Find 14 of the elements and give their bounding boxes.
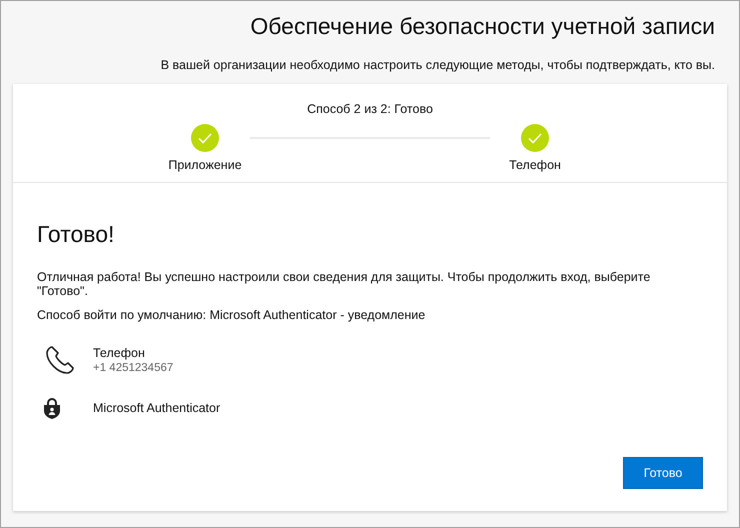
page-subtitle: В вашей организации необходимо настроить следующие методы, чтобы подтверждать, кто вы.: [160, 58, 715, 72]
page-title: Обеспечение безопасности учетной записи: [250, 13, 715, 40]
method-name: Телефон: [93, 346, 146, 360]
step-label: Приложение: [168, 158, 242, 172]
progress-caption: Способ 2 из 2: Готово: [307, 102, 433, 116]
phone-icon: [43, 344, 75, 376]
done-heading: Готово!: [37, 221, 116, 248]
default-method-text: Способ войти по умолчанию: Microsoft Authenticator - уведомление: [37, 308, 426, 322]
step-label: Телефон: [509, 158, 561, 172]
success-message: Отличная работа! Вы успешно настроили свои сведения для защиты. Чтобы продолжить вход, выберите "Готово".: [37, 270, 652, 298]
done-button[interactable]: Готово: [623, 457, 703, 489]
lock-icon: [43, 397, 61, 419]
method-detail: +1 4251234567: [93, 362, 174, 374]
method-name: Microsoft Authenticator: [93, 401, 220, 415]
